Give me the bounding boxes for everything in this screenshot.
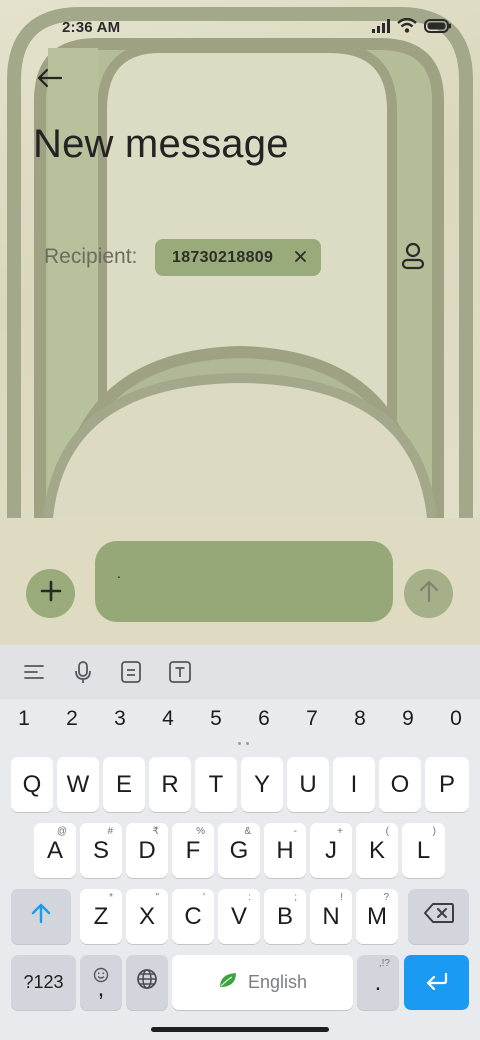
key-p[interactable]: P bbox=[425, 757, 469, 812]
period-key[interactable]: ,!? . bbox=[357, 955, 399, 1010]
message-text: . bbox=[117, 565, 121, 581]
key-l[interactable]: ) L bbox=[402, 823, 445, 878]
message-input[interactable]: . bbox=[95, 541, 393, 622]
status-time: 2:36 AM bbox=[62, 19, 121, 36]
page-title: New message bbox=[33, 122, 289, 166]
key-c[interactable]: ' C bbox=[172, 889, 214, 944]
key-3[interactable]: 3 bbox=[105, 707, 135, 731]
key-0[interactable]: 0 bbox=[441, 707, 471, 731]
symbols-key[interactable]: ?123 bbox=[11, 955, 76, 1010]
key-7[interactable]: 7 bbox=[297, 707, 327, 731]
add-attachment-button[interactable] bbox=[26, 569, 75, 618]
page-indicator bbox=[238, 742, 249, 745]
home-indicator[interactable] bbox=[151, 1027, 329, 1032]
key-y[interactable]: Y bbox=[241, 757, 283, 812]
backspace-icon bbox=[423, 902, 455, 931]
keyboard-toolbar bbox=[0, 645, 480, 699]
key-s[interactable]: # S bbox=[80, 823, 122, 878]
leaf-icon bbox=[218, 971, 238, 994]
key-n[interactable]: ! N bbox=[310, 889, 352, 944]
key-x[interactable]: " X bbox=[126, 889, 168, 944]
menu-lines-icon[interactable] bbox=[19, 657, 49, 687]
key-f[interactable]: % F bbox=[172, 823, 214, 878]
key-u[interactable]: U bbox=[287, 757, 329, 812]
key-o[interactable]: O bbox=[379, 757, 421, 812]
key-b[interactable]: ; B bbox=[264, 889, 306, 944]
plus-icon bbox=[40, 580, 62, 607]
key-d[interactable]: ₹ D bbox=[126, 823, 168, 878]
shift-key[interactable] bbox=[11, 889, 71, 944]
key-t[interactable]: T bbox=[195, 757, 237, 812]
backspace-key[interactable] bbox=[408, 889, 469, 944]
recipient-chip-value: 18730218809 bbox=[172, 248, 274, 266]
signal-icon bbox=[372, 18, 390, 38]
enter-key[interactable] bbox=[404, 955, 469, 1010]
shift-arrow-icon bbox=[30, 902, 52, 931]
key-m[interactable]: ? M bbox=[356, 889, 398, 944]
close-icon[interactable] bbox=[292, 248, 308, 264]
add-contact-button[interactable] bbox=[396, 240, 430, 276]
key-g[interactable]: & G bbox=[218, 823, 260, 878]
compose-bar: . bbox=[0, 518, 480, 645]
key-8[interactable]: 8 bbox=[345, 707, 375, 731]
key-i[interactable]: I bbox=[333, 757, 375, 812]
battery-icon bbox=[424, 18, 452, 38]
key-9[interactable]: 9 bbox=[393, 707, 423, 731]
key-5[interactable]: 5 bbox=[201, 707, 231, 731]
key-4[interactable]: 4 bbox=[153, 707, 183, 731]
recipient-chip[interactable]: 18730218809 bbox=[155, 239, 321, 276]
key-q[interactable]: Q bbox=[11, 757, 53, 812]
key-h[interactable]: -H bbox=[264, 823, 306, 878]
text-format-icon[interactable] bbox=[165, 657, 195, 687]
key-1[interactable]: 1 bbox=[9, 707, 39, 731]
space-key[interactable]: English bbox=[172, 955, 353, 1010]
key-e[interactable]: E bbox=[103, 757, 145, 812]
clipboard-icon[interactable] bbox=[116, 657, 146, 687]
recipient-label: Recipient: bbox=[44, 245, 138, 268]
emoji-comma-key[interactable]: , bbox=[80, 955, 122, 1010]
key-2[interactable]: 2 bbox=[57, 707, 87, 731]
microphone-icon[interactable] bbox=[68, 657, 98, 687]
keyboard: 1 2 3 4 5 6 7 8 9 0 Q W E R T Y U I O P … bbox=[0, 645, 480, 1040]
back-button[interactable] bbox=[30, 62, 70, 98]
enter-icon bbox=[425, 969, 449, 997]
key-j[interactable]: + J bbox=[310, 823, 352, 878]
wallpaper: 2:36 AM New message Recipient: 187302188… bbox=[0, 0, 480, 518]
number-row: 1 2 3 4 5 6 7 8 9 0 bbox=[0, 707, 480, 741]
key-r[interactable]: R bbox=[149, 757, 191, 812]
space-label: English bbox=[247, 972, 308, 992]
language-key[interactable] bbox=[126, 955, 168, 1010]
key-w[interactable]: W bbox=[57, 757, 99, 812]
status-bar: 2:36 AM bbox=[0, 0, 480, 52]
key-k[interactable]: (K bbox=[356, 823, 398, 878]
wifi-icon bbox=[397, 17, 417, 38]
key-z[interactable]: * Z bbox=[80, 889, 122, 944]
status-icons bbox=[372, 17, 452, 38]
send-button[interactable] bbox=[404, 569, 453, 618]
key-a[interactable]: @ A bbox=[34, 823, 76, 878]
globe-icon bbox=[136, 968, 158, 997]
person-icon bbox=[401, 242, 425, 275]
key-v[interactable]: :V bbox=[218, 889, 260, 944]
arrow-up-icon bbox=[418, 579, 440, 608]
key-6[interactable]: 6 bbox=[249, 707, 279, 731]
back-arrow-icon bbox=[37, 68, 63, 93]
